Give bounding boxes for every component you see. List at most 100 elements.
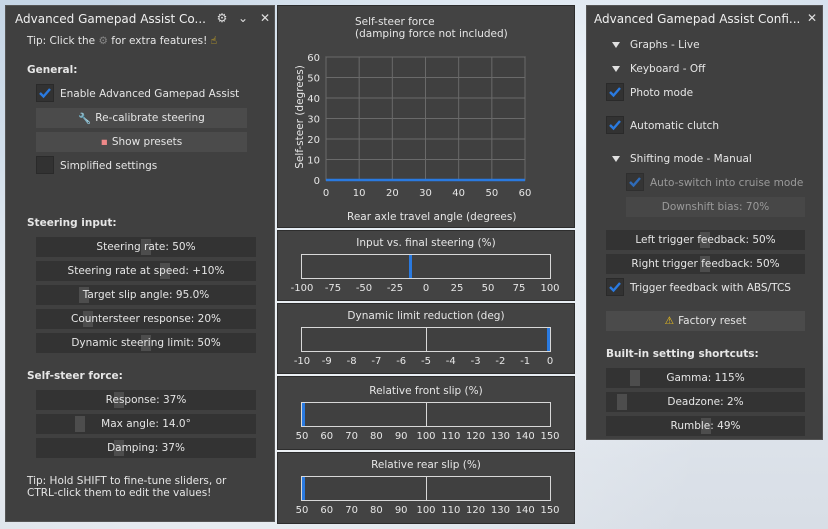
input-final-bar — [301, 254, 551, 279]
tick-label: 120 — [466, 505, 486, 516]
tick-label: 150 — [540, 505, 560, 516]
keyboard-dropdown-label[interactable]: Keyboard - Off — [630, 63, 705, 75]
recalibrate-button[interactable]: 🔧 Re-calibrate steering — [36, 108, 247, 128]
tick-label: 90 — [394, 505, 408, 516]
tick-label: -6 — [396, 356, 407, 367]
tick-label: 130 — [490, 431, 510, 442]
left-trigger-slider[interactable]: Left trigger feedback: 50% — [606, 230, 805, 250]
wrench-icon: 🔧 — [78, 112, 92, 125]
max-angle-label: Max angle: 14.0° — [101, 418, 191, 430]
rear-slip-center-line — [426, 477, 427, 500]
close-icon[interactable]: ✕ — [258, 11, 272, 25]
slider-grab[interactable] — [75, 416, 85, 432]
graphs-expand-icon[interactable] — [612, 42, 620, 48]
show-presets-button[interactable]: ▪ Show presets — [36, 132, 247, 152]
x-tick-label: 30 — [419, 188, 432, 199]
automatic-clutch-label: Automatic clutch — [630, 120, 720, 132]
x-tick-label: 60 — [519, 188, 532, 199]
graphs-dropdown-label[interactable]: Graphs - Live — [630, 39, 700, 51]
checkmark-icon — [39, 88, 51, 99]
simplified-settings-checkbox[interactable] — [36, 156, 54, 174]
front-slip-graph-title: Relative front slip (%) — [369, 385, 483, 397]
max-angle-slider[interactable]: Max angle: 14.0° — [36, 414, 256, 434]
x-tick-label: 10 — [353, 188, 366, 199]
tick-label: 75 — [512, 283, 526, 294]
window-title: Advanced Gamepad Assist Co... — [15, 12, 206, 26]
dynamic-steering-limit-slider[interactable]: Dynamic steering limit: 50% — [36, 333, 256, 353]
tick-label: 80 — [370, 505, 383, 516]
slider-grab[interactable] — [617, 394, 627, 410]
tick-label: 100 — [416, 431, 436, 442]
tick-label: 70 — [345, 505, 358, 516]
tick-label: -100 — [290, 283, 314, 294]
tick-label: -2 — [495, 356, 506, 367]
enable-assist-checkbox[interactable] — [36, 84, 54, 102]
tip-top-text-1: Tip: Click the — [27, 35, 96, 47]
target-slip-angle-slider[interactable]: Target slip angle: 95.0% — [36, 285, 256, 305]
simplified-settings-label: Simplified settings — [60, 160, 158, 172]
deadzone-slider[interactable]: Deadzone: 2% — [606, 392, 805, 412]
factory-reset-button[interactable]: ⚠ Factory reset — [606, 311, 805, 331]
tip-top-text-2: for extra features! — [111, 35, 208, 47]
general-header: General: — [27, 64, 78, 76]
gamma-slider[interactable]: Gamma: 115% — [606, 368, 805, 388]
settings-icon[interactable]: ⚙ — [215, 11, 229, 25]
tick-label: -7 — [371, 356, 382, 367]
x-tick-label: 0 — [323, 188, 329, 199]
tick-label: 60 — [320, 505, 334, 516]
chevron-down-icon[interactable]: ⌄ — [236, 11, 250, 25]
self-steer-graph-xlabel: Rear axle travel angle (degrees) — [347, 211, 517, 223]
countersteer-response-slider[interactable]: Countersteer response: 20% — [36, 309, 256, 329]
trigger-abs-checkbox[interactable] — [606, 278, 624, 296]
photo-mode-checkbox[interactable] — [606, 83, 624, 101]
steering-rate-at-speed-slider[interactable]: Steering rate at speed: +10% — [36, 261, 256, 281]
tick-label: -4 — [445, 356, 456, 367]
rear-slip-graph-title: Relative rear slip (%) — [371, 459, 481, 471]
x-tick-label: 20 — [386, 188, 399, 199]
x-tick-label: 40 — [452, 188, 465, 199]
steering-rate-slider[interactable]: Steering rate: 50% — [36, 237, 256, 257]
input-final-marker — [409, 255, 412, 278]
gamma-label: Gamma: 115% — [666, 372, 745, 384]
shifting-mode-label[interactable]: Shifting mode - Manual — [630, 153, 752, 165]
dyn-limit-marker — [547, 328, 550, 351]
tick-label: 100 — [416, 505, 436, 516]
recalibrate-label: Re-calibrate steering — [95, 112, 205, 124]
tick-label: -75 — [324, 283, 342, 294]
tick-label: 120 — [466, 431, 486, 442]
cruise-switch-checkbox[interactable] — [626, 173, 644, 191]
right-config-window: Advanced Gamepad Assist Confi... ✕ Graph… — [586, 5, 823, 440]
y-tick-label: 40 — [307, 94, 320, 105]
dyn-limit-center-line — [426, 328, 427, 351]
right-trigger-slider[interactable]: Right trigger feedback: 50% — [606, 254, 805, 274]
dyn-limit-graph-title: Dynamic limit reduction (deg) — [347, 310, 505, 322]
keyboard-expand-icon[interactable] — [612, 66, 620, 72]
tick-label: 140 — [515, 431, 535, 442]
tick-label: 60 — [320, 431, 334, 442]
tick-label: 50 — [481, 283, 495, 294]
automatic-clutch-checkbox[interactable] — [606, 116, 624, 134]
close-icon[interactable]: ✕ — [805, 11, 819, 25]
right-trigger-label: Right trigger feedback: 50% — [631, 258, 780, 270]
tick-label: 110 — [441, 431, 461, 442]
y-tick-label: 30 — [307, 115, 320, 126]
slider-grab[interactable] — [630, 370, 640, 386]
steering-rate-at-speed-label: Steering rate at speed: +10% — [67, 265, 225, 277]
trigger-abs-label: Trigger feedback with ABS/TCS — [630, 282, 791, 294]
downshift-bias-slider[interactable]: Downshift bias: 70% — [626, 197, 805, 217]
front-slip-marker — [302, 403, 305, 426]
checkmark-icon — [609, 120, 621, 131]
damping-label: Damping: 37% — [107, 442, 185, 454]
damping-slider[interactable]: Damping: 37% — [36, 438, 256, 458]
tick-label: -9 — [321, 356, 332, 367]
show-presets-label: Show presets — [111, 136, 183, 148]
y-tick-label: 0 — [314, 176, 320, 187]
shifting-expand-icon[interactable] — [612, 156, 620, 162]
rear-slip-marker — [302, 477, 305, 500]
tick-label: 0 — [546, 356, 554, 367]
steering-input-header: Steering input: — [27, 217, 117, 229]
input-final-graph-title: Input vs. final steering (%) — [356, 237, 496, 249]
front-slip-center-line — [426, 403, 427, 426]
response-slider[interactable]: Response: 37% — [36, 390, 256, 410]
rumble-slider[interactable]: Rumble: 49% — [606, 416, 805, 436]
